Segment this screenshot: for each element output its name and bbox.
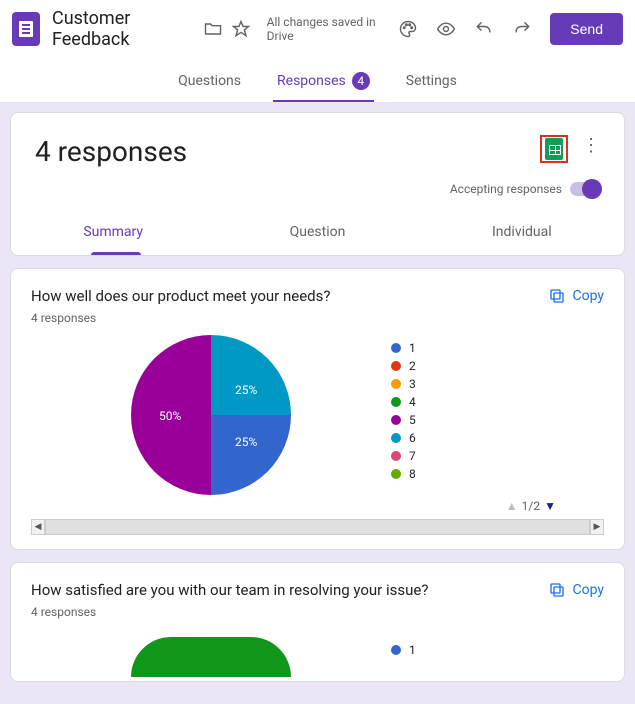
legend-item: 7 <box>391 447 416 465</box>
chart-scrollbar: ◀ ▶ <box>31 519 604 535</box>
legend-dot <box>391 379 401 389</box>
responses-count-badge: 4 <box>352 72 370 90</box>
slice-label-25b: 25% <box>235 435 257 449</box>
legend-dot <box>391 415 401 425</box>
legend-item: 4 <box>391 393 416 411</box>
question-2-title: How satisfied are you with our team in r… <box>31 581 548 599</box>
tab-responses-label: Responses <box>277 73 346 89</box>
copy-chart-button-2[interactable]: Copy <box>548 581 604 599</box>
scroll-track[interactable] <box>45 519 590 535</box>
legend-dot <box>391 361 401 371</box>
tab-responses[interactable]: Responses 4 <box>273 64 374 102</box>
legend-dot <box>391 433 401 443</box>
legend-dot <box>391 343 401 353</box>
pager-next-icon[interactable]: ▼ <box>544 499 556 513</box>
form-title[interactable]: Customer Feedback <box>52 8 195 50</box>
palette-icon[interactable] <box>398 19 418 39</box>
workspace: 4 responses ⋮ Accepting responses Summar… <box>0 102 635 704</box>
preview-icon[interactable] <box>436 19 456 39</box>
accepting-responses-toggle[interactable] <box>570 182 600 196</box>
responses-title: 4 responses <box>35 135 540 168</box>
accepting-responses-label: Accepting responses <box>450 182 562 196</box>
subtab-summary[interactable]: Summary <box>11 212 215 252</box>
header-actions: Send <box>398 13 623 45</box>
pager-prev-icon[interactable]: ▲ <box>506 499 518 513</box>
question-1-title: How well does our product meet your need… <box>31 287 548 305</box>
legend-2: 1 <box>391 637 416 677</box>
sheets-icon <box>545 138 563 160</box>
scroll-left-arrow[interactable]: ◀ <box>31 519 45 535</box>
subtab-underline <box>91 252 141 255</box>
responses-summary-card: 4 responses ⋮ Accepting responses Summar… <box>10 112 625 256</box>
copy-label: Copy <box>572 288 604 304</box>
legend-item: 6 <box>391 429 416 447</box>
tab-settings[interactable]: Settings <box>402 64 461 102</box>
copy-label: Copy <box>572 582 604 598</box>
folder-icon[interactable] <box>203 19 223 39</box>
redo-icon[interactable] <box>512 19 532 39</box>
app-header: Customer Feedback All changes saved in D… <box>0 0 635 58</box>
legend-item: 1 <box>391 641 416 659</box>
question-card-2: How satisfied are you with our team in r… <box>10 562 625 682</box>
copy-icon <box>548 581 566 599</box>
more-menu-icon[interactable]: ⋮ <box>582 135 600 156</box>
legend-item: 3 <box>391 375 416 393</box>
top-tabs: Questions Responses 4 Settings <box>0 58 635 102</box>
legend-item: 2 <box>391 357 416 375</box>
slice-label-25a: 25% <box>235 383 257 397</box>
pager-text: 1/2 <box>522 499 540 513</box>
question-1-subtitle: 4 responses <box>31 311 604 325</box>
legend-item: 8 <box>391 465 416 483</box>
legend-item: 1 <box>391 339 416 357</box>
legend-dot <box>391 469 401 479</box>
legend-1: 1 2 3 4 5 6 7 8 <box>391 335 416 495</box>
subtab-individual[interactable]: Individual <box>420 212 624 252</box>
send-button[interactable]: Send <box>550 13 623 45</box>
tab-questions[interactable]: Questions <box>174 64 245 102</box>
undo-icon[interactable] <box>474 19 494 39</box>
copy-chart-button-1[interactable]: Copy <box>548 287 604 305</box>
copy-icon <box>548 287 566 305</box>
legend-dot <box>391 397 401 407</box>
scroll-right-arrow[interactable]: ▶ <box>590 519 604 535</box>
chart-area-1: 25% 25% 50% 1 2 3 4 5 6 7 8 <box>31 335 604 495</box>
subtab-question[interactable]: Question <box>215 212 419 252</box>
save-status: All changes saved in Drive <box>267 15 391 43</box>
legend-dot <box>391 645 401 655</box>
pie-chart-1: 25% 25% 50% <box>131 335 291 495</box>
response-subtabs: Summary Question Individual <box>11 212 624 252</box>
create-spreadsheet-button[interactable] <box>540 135 568 163</box>
slice-label-50: 50% <box>159 409 181 423</box>
legend-dot <box>391 451 401 461</box>
pie-chart-2 <box>131 637 291 677</box>
star-icon[interactable] <box>231 19 251 39</box>
forms-logo <box>12 12 40 46</box>
question-2-subtitle: 4 responses <box>31 605 604 619</box>
legend-pager: ▲ 1/2 ▼ <box>31 499 604 513</box>
question-card-1: How well does our product meet your need… <box>10 268 625 550</box>
legend-item: 5 <box>391 411 416 429</box>
